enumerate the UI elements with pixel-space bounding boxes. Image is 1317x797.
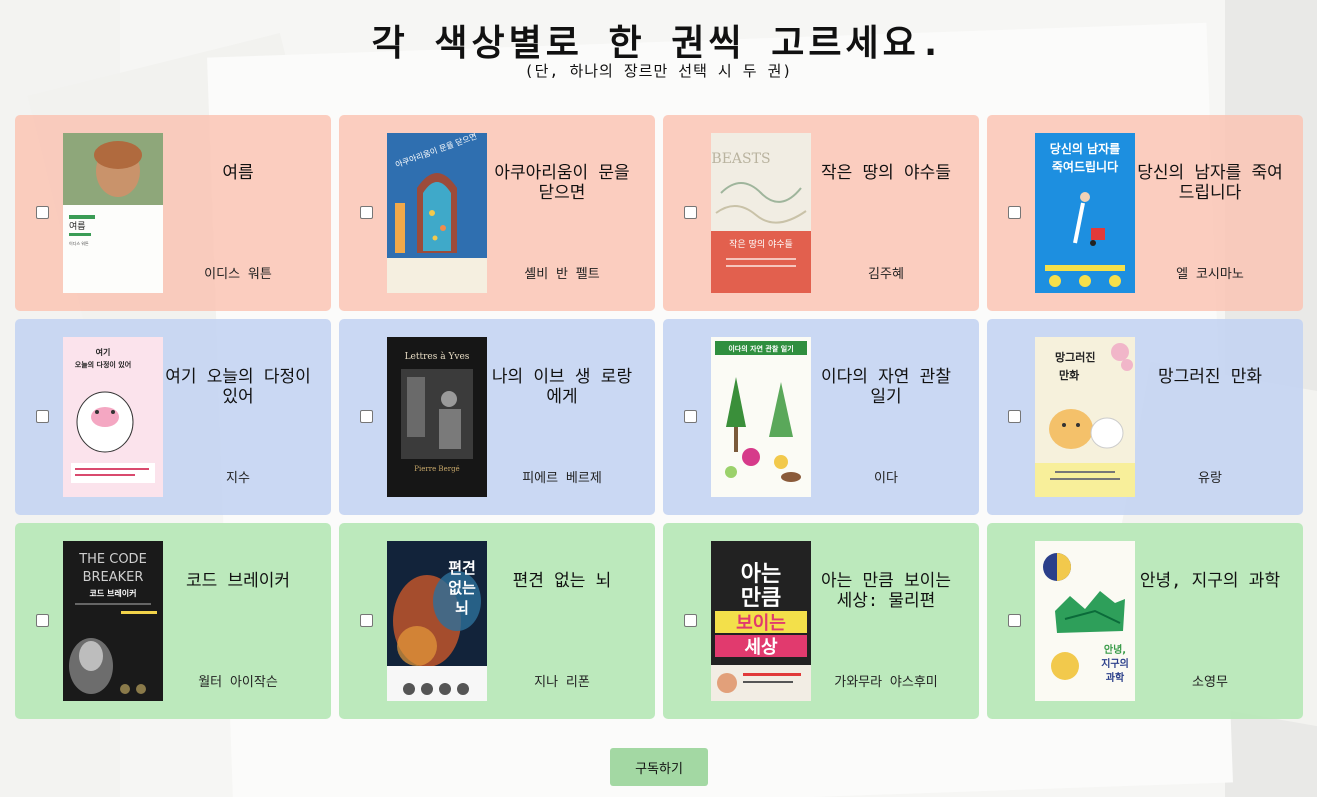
book-cover: 이다의 자연 관찰 일기 [711,337,811,497]
book-title: 아는 만큼 보이는 세상: 물리편 [821,571,951,611]
book-title: 아쿠아리움이 문을 닫으면 [494,163,630,203]
book-card[interactable]: 이다의 자연 관찰 일기 이다의 자연 관찰 일기 이다 [663,319,979,515]
book-cover: THE CODE BREAKER 코드 브레이커 [63,541,163,701]
cover-text: 없는 [448,579,476,597]
cover-text: 여기 [96,347,111,357]
book-card[interactable]: 망그러진 만화 망그러진 만화 유랑 [987,319,1303,515]
cover-text: 당신의 남자를 [1050,141,1120,156]
book-card[interactable]: 편견 없는 뇌 편견 없는 뇌 지나 리폰 [339,523,655,719]
page-title: 각 색상별로 한 권씩 고르세요. [371,23,946,64]
cover-text: 과학 [1106,671,1125,684]
book-card[interactable]: 아쿠아리움이 문을 닫으면 아쿠아리움이 문을 닫으면 셸비 반 펠트 [339,115,655,311]
book-grid: 여름 이디스 워튼 여름 이디스 워튼 아쿠아리움이 문을 닫으면 아쿠아리움이 [15,115,1303,719]
book-checkbox[interactable] [360,206,373,219]
cover-text: 죽여드립니다 [1052,159,1118,174]
cover-text: 뇌 [455,599,469,617]
cover-text: 여름 [69,220,86,232]
book-author: 셸비 반 펠트 [524,267,600,282]
book-card[interactable]: BEASTS 작은 땅의 야수들 작은 땅의 야수들 김주혜 [663,115,979,311]
book-title: 나의 이브 생 로랑에게 [491,367,633,407]
book-author: 이다 [874,471,898,486]
book-author: 월터 아이작슨 [198,675,278,690]
book-title: 코드 브레이커 [185,571,291,591]
book-title: 이다의 자연 관찰 일기 [821,367,951,407]
book-author: 김주혜 [868,267,904,282]
book-author: 유랑 [1198,471,1222,486]
book-checkbox[interactable] [1008,410,1021,423]
book-cover: 여름 이디스 워튼 [63,133,163,293]
book-card[interactable]: 당신의 남자를 죽여드립니다 당신의 남자를 죽여 드립니다 엘 코시마노 [987,115,1303,311]
book-cover: BEASTS 작은 땅의 야수들 [711,133,811,293]
cover-text: 작은 땅의 야수들 [729,239,793,250]
book-author: 엘 코시마노 [1176,267,1244,282]
cover-text: THE CODE [78,552,147,567]
book-title: 안녕, 지구의 과학 [1139,571,1281,591]
book-cover: 망그러진 만화 [1035,337,1135,497]
book-title: 여기 오늘의 다정이 있어 [165,367,311,407]
book-checkbox[interactable] [36,614,49,627]
book-checkbox[interactable] [684,410,697,423]
book-cover: 안녕, 지구의 과학 [1035,541,1135,701]
cover-text: 세상 [744,637,778,658]
cover-text: 망그러진 [1055,350,1095,364]
cover-text: 만화 [1059,368,1079,382]
book-cover: 아는 만큼 보이는 세상 [711,541,811,701]
book-cover: 여기 오늘의 다정이 있어 [63,337,163,497]
cover-text: 이다의 자연 관찰 일기 [728,344,793,353]
book-author: 지나 리폰 [534,675,590,690]
book-cover: 당신의 남자를 죽여드립니다 [1035,133,1135,293]
cover-text: 아는 [741,562,781,587]
cover-text: 오늘의 다정이 있어 [75,360,131,369]
book-checkbox[interactable] [684,206,697,219]
book-checkbox[interactable] [360,410,373,423]
book-card[interactable]: 안녕, 지구의 과학 안녕, 지구의 과학 소영무 [987,523,1303,719]
book-author: 피에르 베르제 [522,471,602,486]
book-checkbox[interactable] [36,410,49,423]
book-title: 작은 땅의 야수들 [821,163,951,183]
cover-text: 지구의 [1101,657,1129,670]
book-cover: 편견 없는 뇌 [387,541,487,701]
book-checkbox[interactable] [360,614,373,627]
book-checkbox[interactable] [1008,614,1021,627]
book-card[interactable]: 아는 만큼 보이는 세상 아는 만큼 보이는 세상: 물리편 가와무라 야스후미 [663,523,979,719]
book-cover: 아쿠아리움이 문을 닫으면 [387,133,487,293]
subscribe-button[interactable]: 구독하기 [610,748,708,786]
book-checkbox[interactable] [1008,206,1021,219]
book-checkbox[interactable] [684,614,697,627]
cover-text: BEASTS [711,151,770,167]
book-checkbox[interactable] [36,206,49,219]
book-title: 망그러진 만화 [1157,367,1263,387]
cover-text: 코드 브레이커 [90,588,137,598]
page-subtitle: (단, 하나의 장르만 선택 시 두 권) [524,62,793,80]
book-card[interactable]: 여름 이디스 워튼 여름 이디스 워튼 [15,115,331,311]
cover-text: 보이는 [736,613,786,634]
cover-text: Lettres à Yves [405,351,470,362]
cover-text: Pierre Bergé [414,465,459,473]
book-title: 여름 [222,163,254,183]
book-title: 편견 없는 뇌 [512,571,612,591]
book-card[interactable]: 여기 오늘의 다정이 있어 여기 오늘의 다정이 있어 지수 [15,319,331,515]
book-cover: Lettres à Yves Pierre Bergé [387,337,487,497]
cover-text: 안녕, [1104,643,1126,656]
book-author: 이디스 워튼 [204,267,272,282]
cover-text: 편견 [448,559,476,577]
book-card[interactable]: THE CODE BREAKER 코드 브레이커 코드 브레이커 월터 아이작슨 [15,523,331,719]
book-card[interactable]: Lettres à Yves Pierre Bergé 나의 이브 생 로랑에게… [339,319,655,515]
cover-text: BREAKER [83,570,144,585]
cover-text: 만큼 [741,586,781,611]
book-author: 지수 [226,471,250,486]
cover-text: 이디스 워튼 [69,240,89,246]
book-author: 가와무라 야스후미 [834,675,938,690]
book-author: 소영무 [1192,675,1228,690]
book-title: 당신의 남자를 죽여 드립니다 [1137,163,1283,203]
